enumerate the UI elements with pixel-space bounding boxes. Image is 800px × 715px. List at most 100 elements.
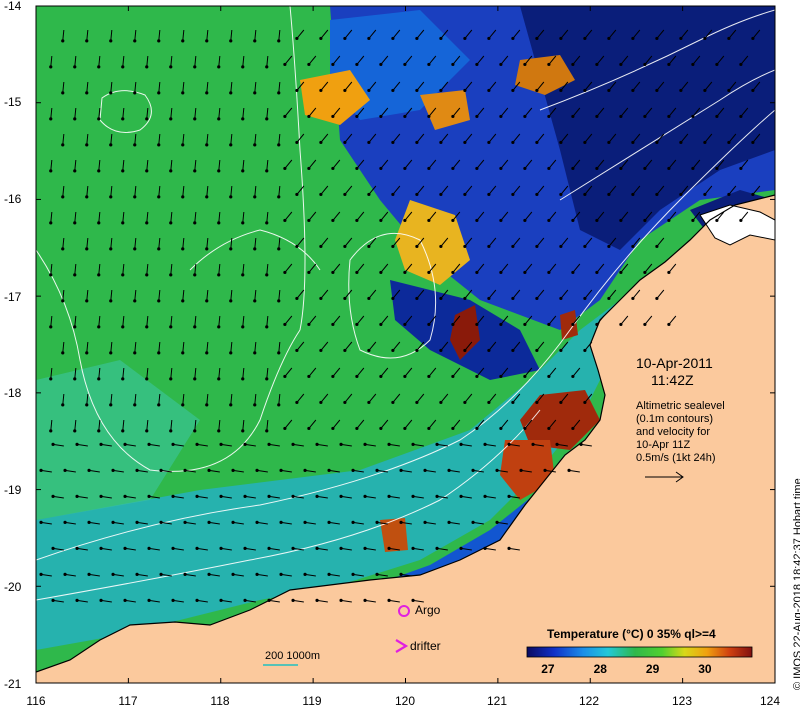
velocity-arrow-head [291,442,295,446]
velocity-arrow-head [451,114,455,119]
velocity-arrow-head [511,192,515,197]
velocity-arrow-head [739,218,743,223]
velocity-arrow-head [667,270,671,275]
velocity-arrow-head [283,114,287,119]
velocity-arrow-head [511,140,515,145]
velocity-arrow-head [631,88,635,93]
velocity-arrow-head [643,62,647,67]
velocity-arrow-head [391,348,395,353]
velocity-arrow-head [307,62,311,67]
velocity-arrow-head [355,270,359,275]
velocity-arrow-head [751,36,755,41]
velocity-arrow-head [727,88,731,93]
velocity-arrow-head [193,117,197,121]
velocity-arrow-head [415,192,419,197]
velocity-arrow-head [73,429,77,433]
velocity-arrow-head [643,322,647,327]
velocity-arrow-head [643,270,647,275]
velocity-arrow-head [475,374,479,379]
velocity-arrow-head [73,325,77,329]
velocity-arrow-head [619,166,623,171]
velocity-arrow-head [619,270,623,275]
argo-label: Argo [415,603,441,617]
velocity-arrow-head [487,400,491,405]
velocity-arrow-head [295,140,299,145]
velocity-arrow-head [61,195,65,199]
velocity-arrow-head [49,65,53,69]
velocity-arrow-head [463,140,467,145]
velocity-arrow-head [667,114,671,119]
velocity-arrow-head [559,192,563,197]
velocity-arrow-head [219,442,223,446]
velocity-arrow-head [181,39,185,43]
velocity-arrow-head [571,62,575,67]
velocity-arrow-head [391,36,395,41]
velocity-arrow-head [391,140,395,145]
velocity-arrow-head [169,273,173,277]
velocity-arrow-head [667,166,671,171]
velocity-arrow-head [415,244,419,249]
velocity-arrow-head [619,218,623,223]
velocity-arrow-head [217,169,221,173]
velocity-arrow-head [499,62,503,67]
velocity-arrow-head [147,494,151,498]
velocity-arrow-head [447,520,451,524]
velocity-arrow-head [439,88,443,93]
velocity-arrow-head [667,218,671,223]
velocity-arrow-head [571,218,575,223]
velocity-arrow-head [343,400,347,405]
velocity-arrow-head [703,140,707,145]
lat-label: -14 [4,0,22,13]
velocity-arrow-head [133,91,137,95]
velocity-arrow-head [39,520,43,524]
velocity-arrow-head [355,322,359,327]
velocity-arrow-head [739,166,743,171]
velocity-arrow-head [535,348,539,353]
velocity-arrow-head [243,546,247,550]
velocity-arrow-head [277,91,281,95]
velocity-arrow-head [751,88,755,93]
lon-label: 119 [302,694,322,708]
velocity-arrow-head [319,36,323,41]
velocity-arrow-head [87,572,91,576]
velocity-arrow-head [205,143,209,147]
velocity-arrow-head [475,166,479,171]
velocity-arrow-head [499,270,503,275]
velocity-arrow-head [193,429,197,433]
velocity-arrow-head [157,143,161,147]
velocity-arrow-head [331,218,335,223]
velocity-arrow-head [367,140,371,145]
velocity-arrow-head [435,546,439,550]
velocity-arrow-head [193,221,197,225]
velocity-arrow-head [277,351,281,355]
velocity-arrow-head [547,166,551,171]
velocity-arrow-head [265,65,269,69]
velocity-arrow-head [411,546,415,550]
velocity-arrow-head [439,296,443,301]
velocity-arrow-head [171,546,175,550]
velocity-arrow-head [375,520,379,524]
velocity-arrow-head [571,426,575,431]
velocity-arrow-head [145,169,149,173]
velocity-arrow-head [181,351,185,355]
velocity-arrow-head [691,114,695,119]
velocity-arrow-head [241,221,245,225]
velocity-arrow-head [133,39,137,43]
velocity-arrow-head [145,377,149,381]
velocity-arrow-head [703,192,707,197]
velocity-arrow-head [415,88,419,93]
velocity-arrow-head [283,270,287,275]
velocity-arrow-head [595,62,599,67]
velocity-arrow-head [619,62,623,67]
velocity-arrow-head [145,273,149,277]
velocity-arrow-head [583,244,587,249]
velocity-arrow-head [87,520,91,524]
velocity-arrow-head [319,88,323,93]
velocity-arrow-head [499,374,503,379]
velocity-arrow-head [363,598,367,602]
velocity-arrow-head [483,442,487,446]
velocity-arrow-head [439,400,443,405]
velocity-arrow-head [691,62,695,67]
velocity-arrow-head [415,140,419,145]
velocity-arrow-head [277,403,281,407]
